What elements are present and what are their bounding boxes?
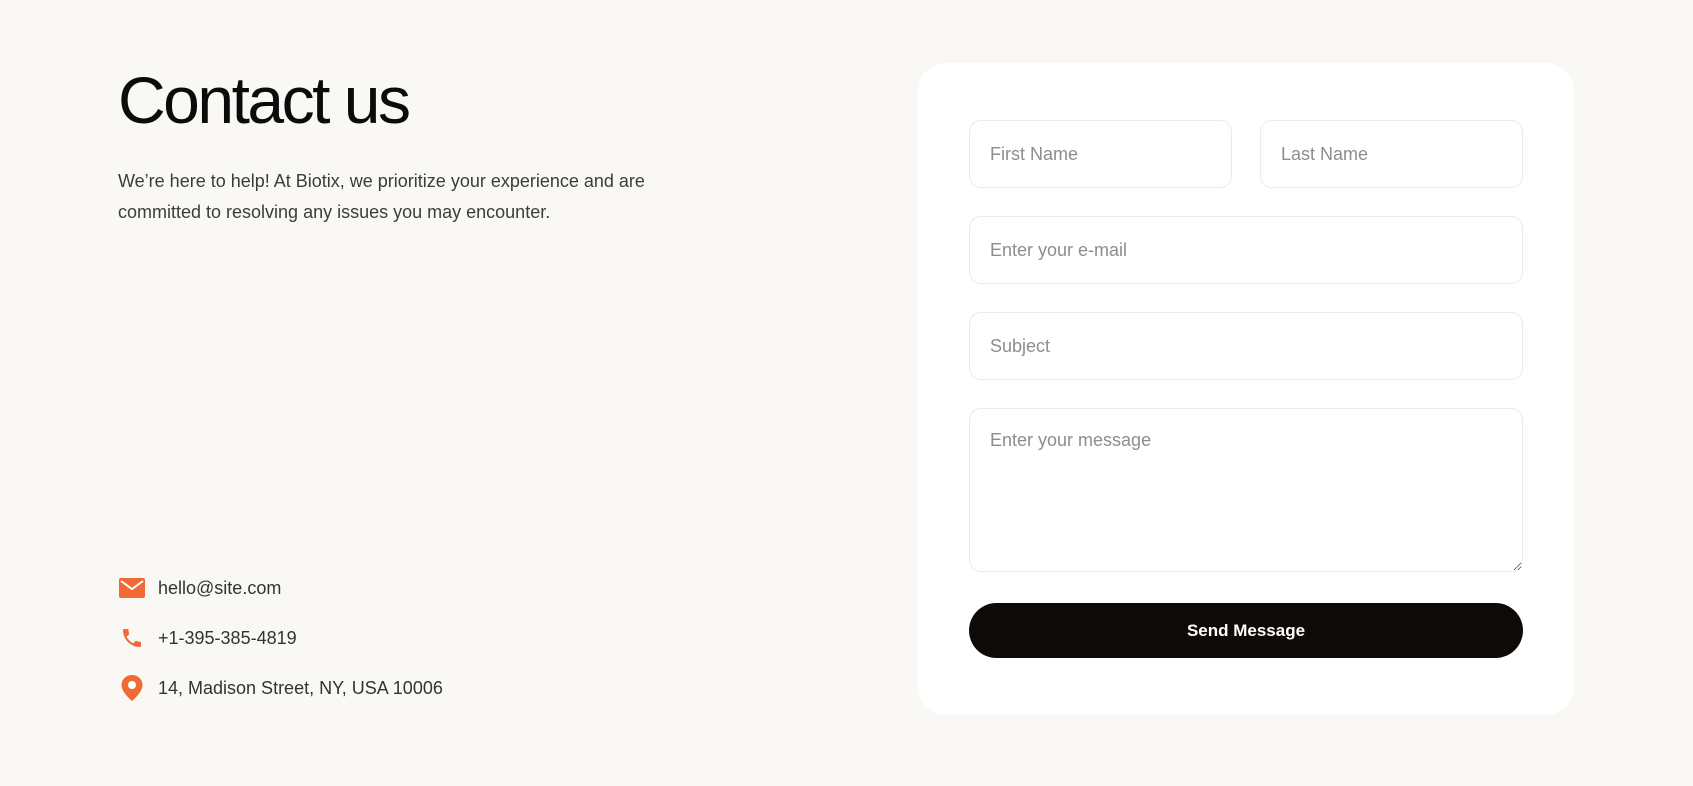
contact-phone-item: +1-395-385-4819 bbox=[118, 613, 443, 663]
last-name-input[interactable] bbox=[1260, 120, 1523, 188]
contact-form-card: Send Message bbox=[918, 63, 1574, 715]
contact-address-item: 14, Madison Street, NY, USA 10006 bbox=[118, 663, 443, 713]
phone-icon bbox=[118, 624, 146, 652]
page-title: Contact us bbox=[118, 63, 411, 137]
contact-phone[interactable]: +1-395-385-4819 bbox=[158, 628, 297, 649]
contact-email[interactable]: hello@site.com bbox=[158, 578, 281, 599]
contact-email-item: hello@site.com bbox=[118, 563, 443, 613]
send-message-button[interactable]: Send Message bbox=[969, 603, 1523, 658]
email-input[interactable] bbox=[969, 216, 1523, 284]
first-name-input[interactable] bbox=[969, 120, 1232, 188]
contact-details-list: hello@site.com +1-395-385-4819 14, Madis… bbox=[118, 563, 443, 713]
contact-info-section: Contact us We’re here to help! At Biotix… bbox=[118, 60, 678, 710]
location-pin-icon bbox=[118, 674, 146, 702]
message-textarea[interactable] bbox=[969, 408, 1523, 572]
intro-text: We’re here to help! At Biotix, we priori… bbox=[118, 171, 645, 222]
contact-address: 14, Madison Street, NY, USA 10006 bbox=[158, 677, 443, 698]
subject-input[interactable] bbox=[969, 312, 1523, 380]
mail-icon bbox=[118, 574, 146, 602]
